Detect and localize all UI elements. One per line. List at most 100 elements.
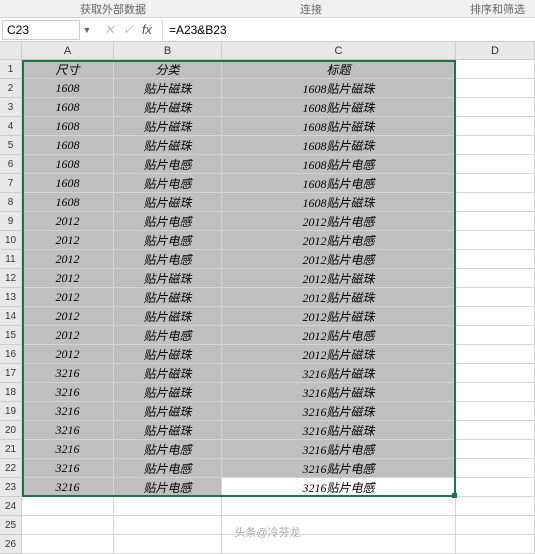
cell[interactable] (456, 193, 535, 212)
cell[interactable]: 3216贴片电感 (222, 459, 456, 478)
cell[interactable]: 贴片磁珠 (114, 136, 222, 155)
cell[interactable] (456, 231, 535, 250)
col-header-c[interactable]: C (222, 42, 456, 60)
cell[interactable]: 贴片电感 (114, 212, 222, 231)
cell[interactable]: 贴片电感 (114, 440, 222, 459)
row-header[interactable]: 8 (0, 193, 22, 212)
cell[interactable]: 贴片电感 (114, 459, 222, 478)
cell[interactable] (456, 497, 535, 516)
cell[interactable] (456, 117, 535, 136)
cell[interactable]: 3216贴片电感 (222, 478, 456, 497)
cell[interactable] (456, 383, 535, 402)
row-header[interactable]: 12 (0, 269, 22, 288)
cell[interactable] (456, 421, 535, 440)
cell[interactable]: 尺寸 (22, 60, 114, 79)
cell[interactable]: 2012 (22, 288, 114, 307)
row-header[interactable]: 11 (0, 250, 22, 269)
row-header[interactable]: 15 (0, 326, 22, 345)
cell[interactable]: 标题 (222, 60, 456, 79)
ribbon-group-sort-filter[interactable]: 排序和筛选 (470, 1, 525, 17)
fx-icon[interactable]: fx (142, 22, 152, 37)
cell[interactable] (456, 440, 535, 459)
row-header[interactable]: 3 (0, 98, 22, 117)
cell[interactable] (456, 269, 535, 288)
cell[interactable]: 3216贴片磁珠 (222, 364, 456, 383)
cell[interactable]: 2012贴片磁珠 (222, 269, 456, 288)
cell[interactable]: 贴片电感 (114, 174, 222, 193)
row-header[interactable]: 16 (0, 345, 22, 364)
cell[interactable]: 3216贴片磁珠 (222, 421, 456, 440)
cell[interactable]: 贴片磁珠 (114, 117, 222, 136)
cell[interactable]: 贴片电感 (114, 250, 222, 269)
cell[interactable]: 2012贴片电感 (222, 250, 456, 269)
cell[interactable]: 2012贴片磁珠 (222, 345, 456, 364)
cell[interactable]: 贴片磁珠 (114, 402, 222, 421)
row-header[interactable]: 21 (0, 440, 22, 459)
row-header[interactable]: 6 (0, 155, 22, 174)
cell[interactable]: 贴片磁珠 (114, 421, 222, 440)
spreadsheet-grid[interactable]: A B C D 1 尺寸 分类 标题 2 1608 贴片磁珠 1608贴片磁珠 … (0, 42, 535, 554)
cell[interactable] (456, 478, 535, 497)
cell[interactable]: 2012贴片磁珠 (222, 307, 456, 326)
cell[interactable]: 3216 (22, 364, 114, 383)
cell[interactable]: 3216贴片磁珠 (222, 383, 456, 402)
col-header-a[interactable]: A (22, 42, 114, 60)
ribbon-group-external-data[interactable]: 获取外部数据 (80, 1, 146, 17)
row-header[interactable]: 13 (0, 288, 22, 307)
row-header[interactable]: 24 (0, 497, 22, 516)
cell[interactable]: 贴片磁珠 (114, 79, 222, 98)
row-header[interactable]: 9 (0, 212, 22, 231)
cell[interactable] (222, 497, 456, 516)
cell[interactable]: 2012 (22, 326, 114, 345)
cell[interactable]: 1608 (22, 193, 114, 212)
cell[interactable]: 2012 (22, 250, 114, 269)
cell[interactable]: 1608贴片磁珠 (222, 98, 456, 117)
cell[interactable]: 3216 (22, 459, 114, 478)
cell[interactable]: 1608 (22, 98, 114, 117)
cell[interactable]: 3216贴片电感 (222, 440, 456, 459)
cell[interactable] (456, 459, 535, 478)
cell[interactable]: 1608贴片电感 (222, 174, 456, 193)
cell[interactable] (456, 250, 535, 269)
confirm-icon[interactable]: ✓ (123, 22, 134, 38)
cell[interactable]: 2012贴片电感 (222, 326, 456, 345)
formula-input[interactable]: =A23&B23 (162, 20, 535, 40)
cell[interactable]: 3216贴片磁珠 (222, 402, 456, 421)
name-box[interactable]: C23 (2, 20, 80, 40)
cell[interactable] (456, 155, 535, 174)
cell[interactable]: 3216 (22, 383, 114, 402)
select-all-corner[interactable] (0, 42, 22, 60)
cell[interactable]: 分类 (114, 60, 222, 79)
col-header-b[interactable]: B (114, 42, 222, 60)
cell[interactable]: 贴片磁珠 (114, 98, 222, 117)
row-header[interactable]: 7 (0, 174, 22, 193)
cell[interactable] (456, 307, 535, 326)
cell[interactable] (456, 326, 535, 345)
cell[interactable]: 贴片电感 (114, 478, 222, 497)
cell[interactable]: 贴片磁珠 (114, 383, 222, 402)
cell[interactable]: 贴片电感 (114, 231, 222, 250)
cell[interactable]: 3216 (22, 440, 114, 459)
cell[interactable]: 2012 (22, 212, 114, 231)
cell[interactable]: 1608 (22, 136, 114, 155)
name-box-dropdown-icon[interactable]: ▼ (80, 25, 94, 35)
cell[interactable]: 贴片磁珠 (114, 193, 222, 212)
cell[interactable] (114, 497, 222, 516)
cell[interactable]: 1608 (22, 174, 114, 193)
cell[interactable] (22, 497, 114, 516)
row-header[interactable]: 14 (0, 307, 22, 326)
cell[interactable]: 1608贴片磁珠 (222, 79, 456, 98)
cell[interactable]: 贴片磁珠 (114, 288, 222, 307)
row-header[interactable]: 22 (0, 459, 22, 478)
cell[interactable] (456, 136, 535, 155)
cell[interactable] (456, 60, 535, 79)
cell[interactable]: 2012 (22, 345, 114, 364)
cell[interactable] (456, 364, 535, 383)
cell[interactable]: 贴片磁珠 (114, 364, 222, 383)
cell[interactable]: 1608 (22, 117, 114, 136)
row-header[interactable]: 4 (0, 117, 22, 136)
cell[interactable]: 1608贴片磁珠 (222, 136, 456, 155)
cell[interactable]: 2012贴片电感 (222, 212, 456, 231)
cell[interactable] (456, 288, 535, 307)
row-header[interactable]: 1 (0, 60, 22, 79)
